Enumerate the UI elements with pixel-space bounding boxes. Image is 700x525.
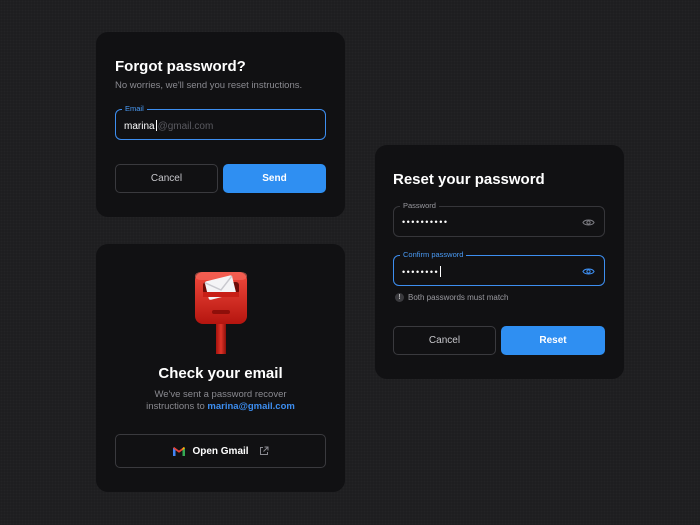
text-caret xyxy=(155,120,157,131)
forgot-subtitle: No worries, we'll send you reset instruc… xyxy=(115,80,303,91)
external-link-icon xyxy=(259,446,269,455)
check-email-card: Check your email We've sent a password r… xyxy=(96,244,345,492)
check-body-line1: We've sent a password recover xyxy=(154,389,287,400)
gmail-icon xyxy=(173,446,186,456)
alert-icon: ! xyxy=(395,293,404,302)
check-title: Check your email xyxy=(158,365,283,382)
confirm-password-value: •••••••• xyxy=(402,266,442,278)
open-gmail-button[interactable]: Open Gmail xyxy=(115,434,326,468)
text-caret xyxy=(440,266,442,277)
forgot-title: Forgot password? xyxy=(115,58,246,75)
password-helper: ! Both passwords must match xyxy=(395,293,508,302)
recipient-email-link[interactable]: marina@gmail.com xyxy=(207,401,294,412)
confirm-password-field[interactable]: Confirm password •••••••• xyxy=(393,250,605,286)
eye-icon[interactable] xyxy=(582,216,595,229)
password-value: •••••••••• xyxy=(402,217,449,227)
reset-title: Reset your password xyxy=(393,171,545,188)
send-button[interactable]: Send xyxy=(223,164,326,193)
confirm-password-dots: •••••••• xyxy=(402,267,440,277)
eye-icon[interactable] xyxy=(582,265,595,278)
mailbox-icon xyxy=(195,272,247,354)
confirm-password-label: Confirm password xyxy=(400,250,467,260)
forgot-password-card: Forgot password? No worries, we'll send … xyxy=(96,32,345,217)
password-helper-text: Both passwords must match xyxy=(408,293,509,302)
email-typed-text: marina xyxy=(124,121,155,132)
email-field[interactable]: Email marina @gmail.com xyxy=(115,104,326,140)
cancel-button[interactable]: Cancel xyxy=(115,164,218,193)
check-body-prefix: instructions to xyxy=(146,401,208,412)
reset-button[interactable]: Reset xyxy=(501,326,605,355)
email-value: marina @gmail.com xyxy=(124,120,213,132)
password-label: Password xyxy=(400,201,439,211)
check-body: We've sent a password recover instructio… xyxy=(96,389,345,413)
password-field[interactable]: Password •••••••••• xyxy=(393,201,605,237)
reset-password-card: Reset your password Password •••••••••• … xyxy=(375,145,624,379)
cancel-button[interactable]: Cancel xyxy=(393,326,496,355)
check-body-line2: instructions to marina@gmail.com xyxy=(96,401,345,413)
open-gmail-label: Open Gmail xyxy=(192,445,249,457)
email-ghost-text: @gmail.com xyxy=(157,121,214,132)
email-label: Email xyxy=(122,104,147,114)
